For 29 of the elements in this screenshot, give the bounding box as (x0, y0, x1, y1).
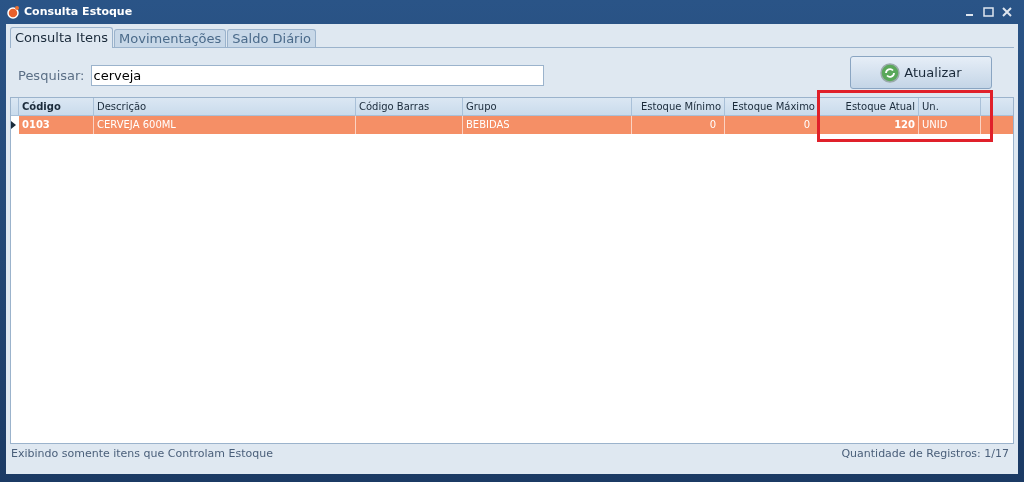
column-header[interactable]: Un. (919, 98, 981, 115)
search-field[interactable]: cerveja (90, 65, 544, 86)
record-count: Quantidade de Registros: 1/17 (841, 445, 1009, 462)
close-icon[interactable] (1002, 7, 1012, 17)
table-cell: CERVEJA 600ML (94, 116, 356, 134)
tab[interactable]: Consulta Itens (10, 27, 114, 48)
table-cell: 0103 (19, 116, 94, 134)
status-text: Exibindo somente itens que Controlam Estoque (11, 445, 273, 462)
tab[interactable]: Saldo Diário (227, 29, 316, 47)
table-cell: BEBIDAS (463, 116, 632, 134)
table-cell: 120 (819, 116, 919, 134)
table-cell: UNID (919, 116, 981, 134)
column-header[interactable]: Estoque Mínimo (632, 98, 725, 115)
maximize-icon[interactable] (983, 7, 994, 17)
column-header[interactable]: Grupo (463, 98, 632, 115)
column-header[interactable]: Estoque Máximo (725, 98, 819, 115)
tab[interactable]: Movimentações (114, 29, 227, 47)
search-label: Pesquisar: (18, 66, 85, 85)
column-header[interactable]: Estoque Atual (819, 98, 919, 115)
table-cell: 0 (632, 116, 725, 134)
column-header[interactable]: Descrição (94, 98, 356, 115)
row-pointer-icon (11, 121, 16, 129)
refresh-button[interactable]: Atualizar (850, 56, 992, 89)
refresh-icon (880, 62, 901, 83)
column-header[interactable]: Código Barras (356, 98, 463, 115)
window-title: Consulta Estoque (24, 3, 133, 20)
table-cell: 0 (725, 116, 819, 134)
app-icon (6, 5, 20, 19)
column-header[interactable]: Código (19, 98, 94, 115)
